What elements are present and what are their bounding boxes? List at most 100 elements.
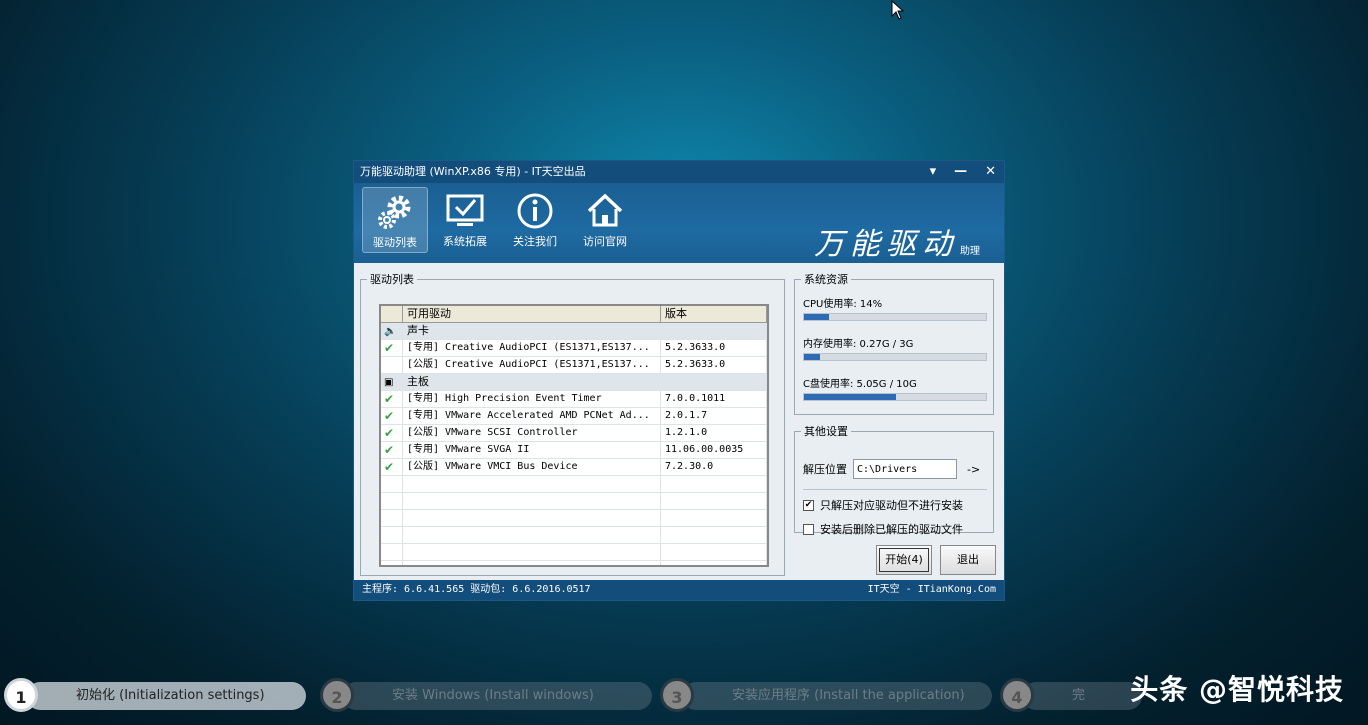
- toolbar-label: 访问官网: [583, 235, 627, 248]
- start-button[interactable]: 开始(4): [876, 545, 932, 575]
- driver-name: [专用] High Precision Event Timer: [403, 391, 661, 407]
- cpu-usage-label: CPU使用率: 14%: [803, 299, 883, 310]
- chip-icon: ▣: [384, 377, 394, 388]
- driver-version: 5.2.3633.0: [661, 357, 767, 373]
- toolbar-follow-us[interactable]: 关注我们: [502, 187, 568, 253]
- driver-row[interactable]: ✔ [专用] High Precision Event Timer 7.0.0.10…: [381, 391, 767, 408]
- driver-name: [公版] VMware SCSI Controller: [403, 425, 661, 441]
- app-window: 万能驱动助理 (WinXP.x86 专用) - IT天空出品 ▾ — ✕ 驱动列…: [353, 160, 1005, 601]
- category-row[interactable]: 🔈 声卡: [381, 323, 767, 340]
- check-icon[interactable]: ✔: [384, 341, 394, 355]
- memory-usage-bar: [803, 353, 987, 361]
- monitor-check-icon: [446, 194, 484, 226]
- driver-list-group: 驱动列表 可用驱动 版本 🔈 声卡 ✔ [专用] Creative AudioPCI …: [360, 271, 785, 576]
- check-icon[interactable]: ✔: [384, 426, 394, 440]
- toolbar-label: 关注我们: [513, 235, 557, 248]
- empty-row: [381, 527, 767, 544]
- other-settings-group: 其他设置 解压位置 -> ✔ 只解压对应驱动但不进行安装 安装后删除已解压的驱动…: [794, 423, 994, 536]
- divider: [803, 489, 987, 490]
- title-bar: 万能驱动助理 (WinXP.x86 专用) - IT天空出品 ▾ — ✕: [354, 161, 1004, 183]
- step-number: 2: [320, 678, 354, 712]
- empty-row: [381, 544, 767, 561]
- driver-row[interactable]: ✔ [专用] VMware SVGA II 11.06.00.0035: [381, 442, 767, 459]
- driver-version: 1.2.1.0: [661, 425, 767, 441]
- system-resources-title: 系统资源: [804, 273, 848, 286]
- extract-path-input[interactable]: [853, 459, 957, 479]
- step-number: 3: [660, 678, 694, 712]
- driver-row[interactable]: [公版] Creative AudioPCI (ES1371,ES137... 5…: [381, 357, 767, 374]
- close-icon[interactable]: ✕: [985, 161, 996, 183]
- disk-usage-label: C盘使用率: 5.05G / 10G: [803, 379, 917, 390]
- other-settings-title: 其他设置: [804, 425, 848, 438]
- empty-row: [381, 561, 767, 565]
- brand-logo: 万能驱动 助理: [814, 227, 980, 262]
- driver-name: [公版] Creative AudioPCI (ES1371,ES137...: [403, 357, 661, 373]
- exit-button[interactable]: 退出: [940, 545, 996, 575]
- driver-row[interactable]: ✔ [专用] VMware Accelerated AMD PCNet Ad...…: [381, 408, 767, 425]
- disk-usage-bar: [803, 393, 987, 401]
- version-info: 主程序: 6.6.41.565 驱动包: 6.6.2016.0517: [362, 584, 591, 595]
- window-title: 万能驱动助理 (WinXP.x86 专用) - IT天空出品: [360, 165, 586, 178]
- watermark: 头条 @智悦科技: [1130, 673, 1344, 706]
- empty-row: [381, 510, 767, 527]
- gear-icon: [378, 195, 411, 229]
- column-header-driver[interactable]: 可用驱动: [403, 306, 661, 322]
- system-resources-group: 系统资源 CPU使用率: 14% 内存使用率: 0.27G / 3G C盘使用率…: [794, 271, 994, 415]
- check-icon[interactable]: ✔: [384, 460, 394, 474]
- speaker-icon: 🔈: [384, 326, 397, 337]
- step-number: 1: [4, 678, 38, 712]
- toolbar-driver-list[interactable]: 驱动列表: [362, 187, 428, 253]
- option-extract-only[interactable]: ✔ 只解压对应驱动但不进行安装: [803, 497, 963, 513]
- status-bar: 主程序: 6.6.41.565 驱动包: 6.6.2016.0517 IT天空 …: [354, 580, 1004, 600]
- toolbar-label: 系统拓展: [443, 235, 487, 248]
- driver-name: [专用] VMware Accelerated AMD PCNet Ad...: [403, 408, 661, 424]
- option-label: 安装后删除已解压的驱动文件: [820, 523, 963, 536]
- memory-usage-label: 内存使用率: 0.27G / 3G: [803, 339, 914, 350]
- driver-version: [661, 323, 767, 339]
- checkbox[interactable]: [803, 523, 814, 535]
- cpu-usage-bar: [803, 313, 987, 321]
- driver-table[interactable]: 可用驱动 版本 🔈 声卡 ✔ [专用] Creative AudioPCI (ES13…: [379, 304, 769, 567]
- driver-row[interactable]: ✔ [公版] VMware VMCI Bus Device 7.2.30.0: [381, 459, 767, 476]
- toolbar: 驱动列表 系统拓展 关注我们 访问官网 万能驱动 助理: [354, 183, 1004, 263]
- driver-version: 2.0.1.7: [661, 408, 767, 424]
- driver-row[interactable]: ✔ [专用] Creative AudioPCI (ES1371,ES137...…: [381, 340, 767, 357]
- table-header: 可用驱动 版本: [381, 306, 767, 323]
- driver-row[interactable]: ✔ [公版] VMware SCSI Controller 1.2.1.0: [381, 425, 767, 442]
- column-header-version[interactable]: 版本: [661, 306, 767, 322]
- extract-path-label: 解压位置: [803, 463, 847, 476]
- check-icon[interactable]: ✔: [384, 392, 394, 406]
- browse-path-button[interactable]: ->: [967, 463, 980, 476]
- info-icon: [517, 193, 553, 229]
- driver-version: 5.2.3633.0: [661, 340, 767, 356]
- site-info: IT天空 - ITianKong.Com: [867, 584, 996, 595]
- driver-name: 主板: [407, 375, 429, 388]
- option-label: 只解压对应驱动但不进行安装: [820, 499, 963, 512]
- toolbar-system-extend[interactable]: 系统拓展: [432, 187, 498, 253]
- step-label: 安装 Windows (Install windows): [342, 682, 652, 710]
- driver-name: 声卡: [407, 324, 429, 337]
- driver-name: [专用] Creative AudioPCI (ES1371,ES137...: [403, 340, 661, 356]
- check-icon[interactable]: ✔: [384, 409, 394, 423]
- toolbar-visit-site[interactable]: 访问官网: [572, 187, 638, 253]
- home-icon: [587, 193, 623, 227]
- category-row[interactable]: ▣ 主板: [381, 374, 767, 391]
- step-label: 安装应用程序 (Install the application): [682, 682, 992, 710]
- option-delete-after-install[interactable]: 安装后删除已解压的驱动文件: [803, 521, 963, 537]
- toolbar-label: 驱动列表: [373, 236, 417, 249]
- driver-list-title: 驱动列表: [370, 273, 414, 286]
- checkbox[interactable]: ✔: [803, 499, 814, 511]
- driver-version: 11.06.00.0035: [661, 442, 767, 458]
- driver-version: [661, 374, 767, 390]
- check-icon[interactable]: ✔: [384, 443, 394, 457]
- menu-dropdown-icon[interactable]: ▾: [930, 161, 937, 183]
- mouse-cursor-icon: [891, 0, 905, 20]
- driver-name: [公版] VMware VMCI Bus Device: [403, 459, 661, 475]
- step-number: 4: [1000, 678, 1034, 712]
- minimize-icon[interactable]: —: [954, 161, 967, 183]
- driver-version: 7.2.30.0: [661, 459, 767, 475]
- empty-row: [381, 493, 767, 510]
- step-label: 初始化 (Initialization settings): [26, 682, 306, 710]
- step-label: 完: [1022, 682, 1142, 710]
- driver-name: [专用] VMware SVGA II: [403, 442, 661, 458]
